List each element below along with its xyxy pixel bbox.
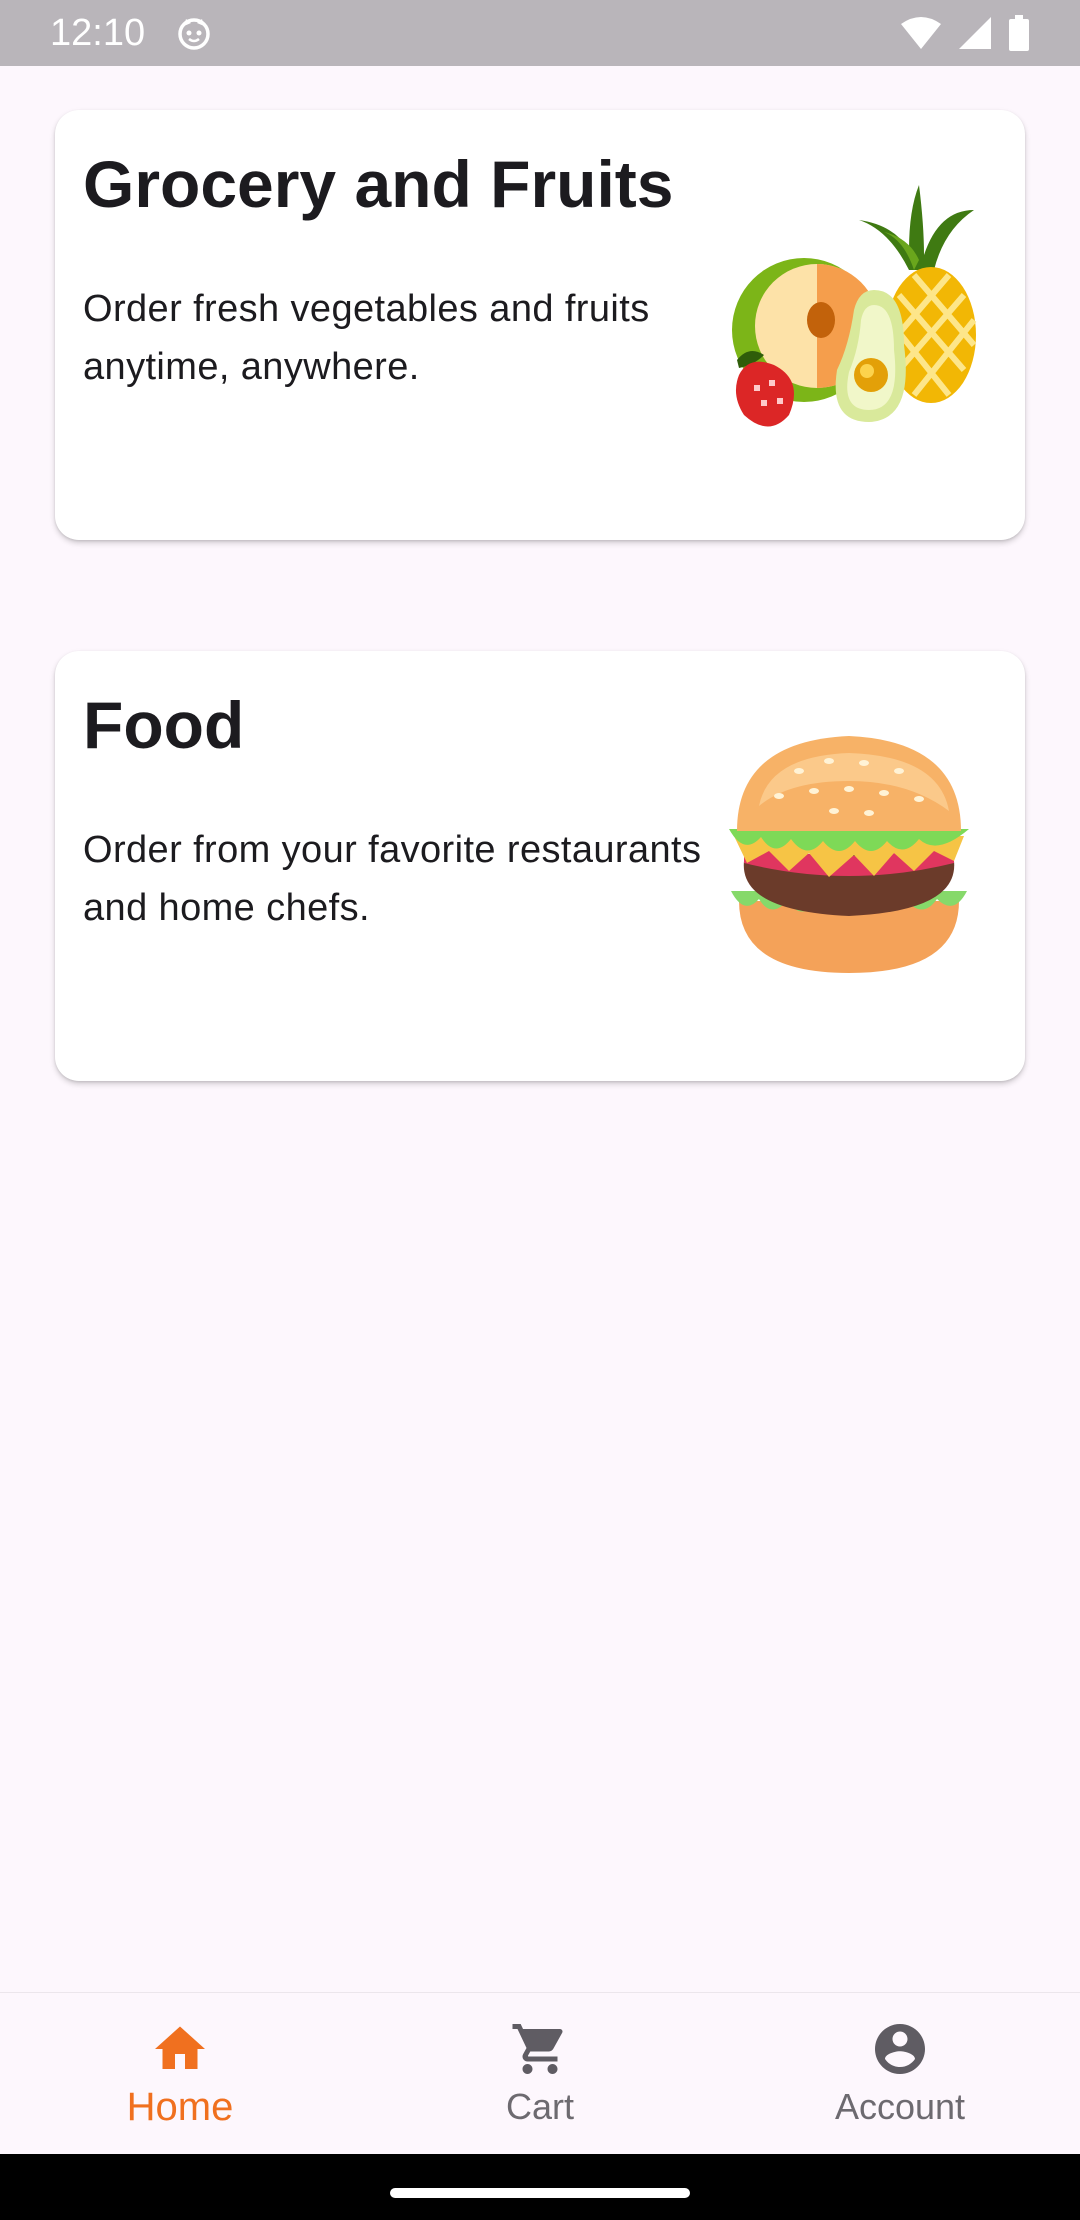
- home-icon: [155, 2026, 205, 2069]
- card-description: Order fresh vegetables and fruits anytim…: [83, 288, 650, 388]
- cellular-signal-icon: [959, 17, 991, 49]
- nav-account[interactable]: Account: [720, 1993, 1080, 2155]
- fruits-illustration: [732, 185, 977, 427]
- status-bar: 12:10: [0, 0, 1080, 66]
- nav-cart[interactable]: Cart: [360, 1993, 720, 2155]
- nav-label: Cart: [505, 2086, 574, 2127]
- cat-face-icon: [178, 18, 210, 50]
- status-icons: [900, 14, 1030, 52]
- bottom-navigation: Home Cart Account: [0, 1992, 1080, 2155]
- battery-icon: [1009, 15, 1029, 51]
- nav-label: Home: [126, 2085, 234, 2129]
- status-time: 12:10: [50, 12, 146, 54]
- nav-home[interactable]: Home: [0, 1993, 360, 2155]
- card-title: Food: [83, 688, 245, 762]
- food-card[interactable]: Food Order from your favorite restaurant…: [55, 651, 1025, 1081]
- burger-illustration: [729, 736, 969, 973]
- gesture-handle[interactable]: [390, 2188, 690, 2198]
- gesture-navigation-bar: [0, 2154, 1080, 2220]
- grocery-card[interactable]: Grocery and Fruits Order fresh vegetable…: [55, 110, 1025, 540]
- wifi-icon: [901, 17, 941, 49]
- account-circle-icon: [875, 2024, 925, 2074]
- cart-icon: [512, 2024, 563, 2074]
- card-title: Grocery and Fruits: [83, 147, 674, 221]
- card-description: Order from your favorite restaurants and…: [83, 829, 702, 929]
- nav-label: Account: [834, 2086, 966, 2127]
